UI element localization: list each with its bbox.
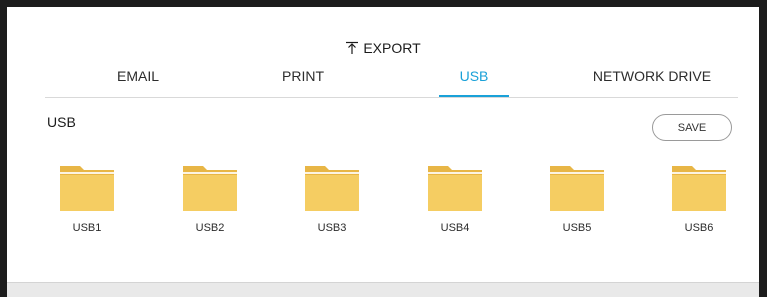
folder-icon: [165, 165, 255, 212]
folder-label: USB6: [684, 222, 714, 234]
folder-label: USB1: [72, 222, 102, 234]
folder-label: USB3: [317, 222, 347, 234]
tab-print[interactable]: PRINT: [233, 66, 373, 97]
folder-icon: [532, 165, 622, 212]
dialog-header: EXPORT: [7, 40, 759, 56]
tab-network-drive[interactable]: NETWORK DRIVE: [582, 66, 722, 97]
usb-folder-3[interactable]: USB3: [287, 165, 377, 234]
screen-frame: EXPORT EMAIL PRINT USB NETWORK DRIVE USB…: [0, 0, 767, 297]
usb-folder-2[interactable]: USB2: [165, 165, 255, 234]
folder-label: USB5: [562, 222, 592, 234]
folder-icon: [287, 165, 377, 212]
save-button[interactable]: SAVE: [652, 114, 732, 141]
dialog-title: EXPORT: [363, 40, 421, 56]
folder-icon: [654, 165, 744, 212]
usb-folder-4[interactable]: USB4: [410, 165, 500, 234]
folder-label: USB2: [195, 222, 225, 234]
section-title: USB: [47, 114, 76, 130]
tab-usb[interactable]: USB: [404, 66, 544, 97]
usb-folder-6[interactable]: USB6: [654, 165, 744, 234]
export-arrow-icon: [345, 41, 359, 55]
folder-icon: [410, 165, 500, 212]
tab-email[interactable]: EMAIL: [68, 66, 208, 97]
folder-label: USB4: [440, 222, 470, 234]
usb-folder-5[interactable]: USB5: [532, 165, 622, 234]
export-dialog: EXPORT EMAIL PRINT USB NETWORK DRIVE USB…: [7, 7, 759, 297]
folder-icon: [42, 165, 132, 212]
bottom-bar: [7, 282, 759, 297]
tabs-divider: [45, 97, 738, 98]
usb-folder-1[interactable]: USB1: [42, 165, 132, 234]
